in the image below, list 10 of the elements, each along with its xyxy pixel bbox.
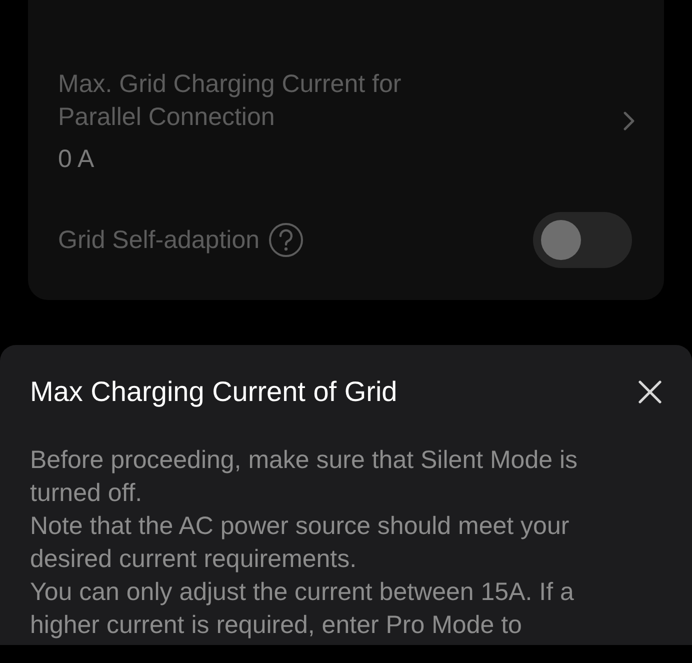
setting-value: 0 A	[58, 144, 94, 174]
dialog-title: Max Charging Current of Grid	[30, 375, 398, 409]
dialog-paragraph: Before proceeding, make sure that Silent Mode is turned off.	[30, 445, 579, 509]
dialog-paragraph: You can only adjust the current between 15A. If a higher current is required, enter Pro Mode to	[30, 577, 575, 641]
chevron-right-icon[interactable]	[622, 110, 636, 132]
close-icon[interactable]	[638, 380, 662, 404]
dialog-paragraph: Note that the AC power source should meet your desired current requirements.	[30, 511, 570, 575]
setting-label: Max. Grid Charging Current for Parallel Connection	[58, 69, 402, 133]
setting-label: Grid Self-adaption	[58, 224, 260, 256]
help-icon[interactable]	[268, 222, 304, 258]
